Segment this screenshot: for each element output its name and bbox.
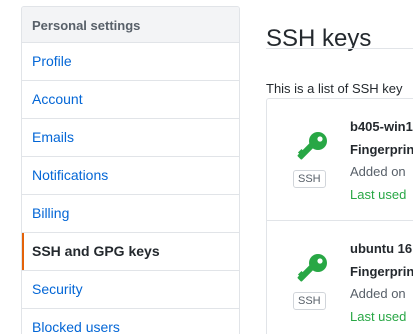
key-title: ubuntu 16 [350, 241, 413, 256]
intro-text: This is a list of SSH key [266, 81, 403, 96]
ssh-keys-list: SSH b405-win1 Fingerprin Added on Last u… [266, 98, 413, 334]
sidebar-item-notifications[interactable]: Notifications [22, 157, 239, 195]
sidebar-header: Personal settings [22, 7, 239, 43]
ssh-key-item: SSH b405-win1 Fingerprin Added on Last u… [267, 99, 413, 219]
ssh-type-badge: SSH [293, 292, 326, 310]
sidebar-item-emails[interactable]: Emails [22, 119, 239, 157]
title-divider [266, 48, 413, 49]
sidebar-item-security[interactable]: Security [22, 271, 239, 309]
sidebar-item-billing[interactable]: Billing [22, 195, 239, 233]
key-added-date: Added on [350, 286, 406, 301]
sidebar-item-blocked-users[interactable]: Blocked users [22, 309, 239, 334]
ssh-key-item: SSH ubuntu 16 Fingerprin Added on Last u… [267, 220, 413, 334]
key-fingerprint: Fingerprin [350, 264, 413, 279]
ssh-type-badge: SSH [293, 170, 326, 188]
settings-page: Personal settings Profile Account Emails… [0, 0, 413, 334]
key-icon [295, 252, 329, 286]
sidebar-item-account[interactable]: Account [22, 81, 239, 119]
key-title: b405-win1 [350, 119, 413, 134]
sidebar-item-ssh-gpg-keys[interactable]: SSH and GPG keys [22, 233, 239, 271]
key-last-used: Last used [350, 187, 407, 202]
settings-sidebar: Personal settings Profile Account Emails… [21, 6, 240, 334]
key-last-used: Last used [350, 309, 407, 324]
key-fingerprint: Fingerprin [350, 142, 413, 157]
key-added-date: Added on [350, 164, 406, 179]
sidebar-item-profile[interactable]: Profile [22, 43, 239, 81]
key-icon [295, 130, 329, 164]
